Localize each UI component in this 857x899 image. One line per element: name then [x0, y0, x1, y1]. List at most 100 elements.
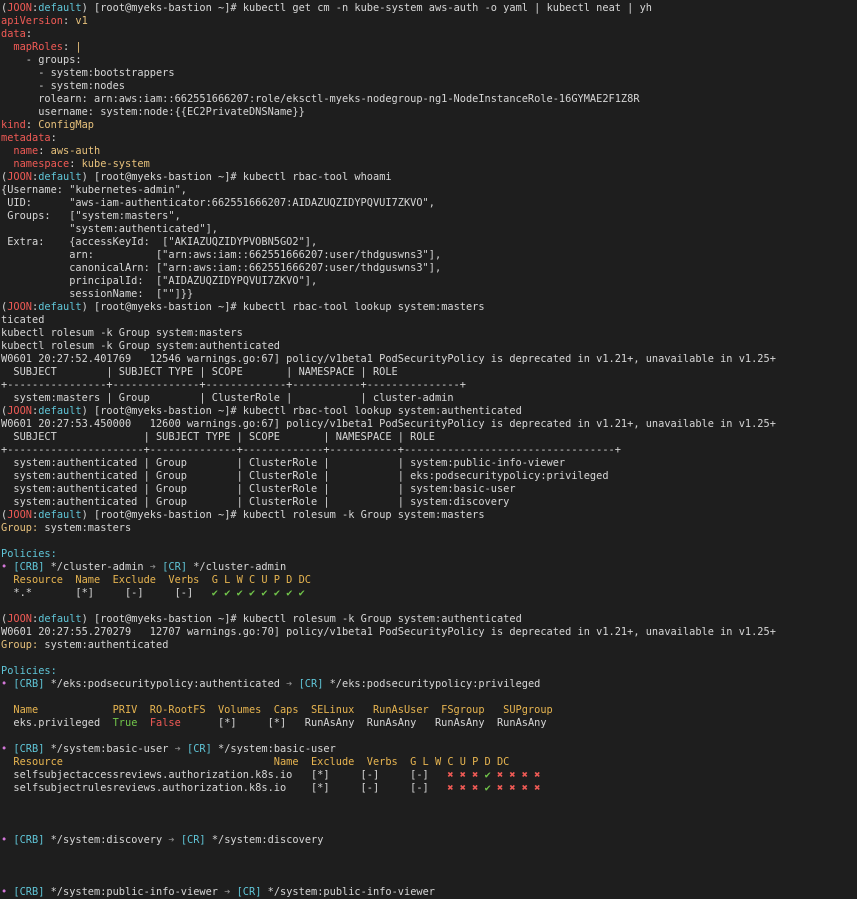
table-header: Resource Name Exclude Verbs G L W C U P …: [1, 756, 857, 769]
cross-icon: ✖: [459, 782, 473, 794]
crb-tag: [CRB]: [13, 886, 45, 898]
crb-tag: [CRB]: [13, 743, 45, 755]
yaml-key: data: [1, 28, 26, 40]
cross-icon: ✖: [496, 769, 510, 781]
output-line: rolearn: arn:aws:iam::662551666207:role/…: [1, 93, 857, 106]
cross-icon: ✖: [534, 782, 547, 794]
output-line: username: system:node:{{EC2PrivateDNSNam…: [1, 106, 857, 119]
policy-line: • [CRB] */system:basic-user ➔ [CR] */sys…: [1, 743, 857, 756]
group-key: Group: [1, 639, 32, 651]
psp-rorootfs: False: [149, 717, 181, 729]
psp-priv: True: [112, 717, 138, 729]
output-line: arn: ["arn:aws:iam::662551666207:user/th…: [1, 249, 857, 262]
output-line: - system:bootstrappers: [1, 67, 857, 80]
output-line: system:authenticated | Group | ClusterRo…: [1, 457, 857, 470]
output-text: W0601 20:27:53.450000 12600 warnings.go:…: [1, 418, 776, 430]
output-line: W0601 20:27:55.270279 12707 warnings.go:…: [1, 626, 857, 639]
check-icon: ✔: [298, 587, 312, 599]
output-text: - system:nodes: [1, 80, 125, 92]
output-line: Groups: ["system:masters",: [1, 210, 857, 223]
yaml-line: namespace: kube-system: [1, 158, 857, 171]
cross-icon: ✖: [509, 782, 522, 794]
output-line: ticated: [1, 314, 857, 327]
output-line: UID: "aws-iam-authenticator:662551666207…: [1, 197, 857, 210]
prompt-context: JOON: [7, 613, 33, 625]
policy-line: • [CRB] */system:discovery ➔ [CR] */syst…: [1, 834, 857, 847]
cr-tag: [CR]: [162, 561, 188, 573]
prompt-context: JOON: [7, 301, 33, 313]
arrow-icon: ➔: [143, 561, 163, 573]
prompt-namespace: default: [38, 509, 82, 521]
group-line: Group: system:authenticated: [1, 639, 857, 652]
output-text: Extra: {accessKeyId: ["AKIAZUQZIDYPVOBN5…: [1, 236, 318, 248]
policies-heading: Policies:: [1, 665, 857, 678]
header-text: Resource Name Exclude Verbs G L W C U P …: [1, 574, 311, 586]
yaml-key: name: [13, 145, 39, 157]
check-icon: ✔: [286, 587, 299, 599]
output-text: canonicalArn: ["arn:aws:iam::66255166620…: [1, 262, 442, 274]
table-header: Resource Name Exclude Verbs G L W C U P …: [1, 574, 857, 587]
crb-name: */system:discovery: [50, 834, 163, 846]
yaml-value: v1: [69, 15, 88, 27]
output-line: +----------------+--------------+-------…: [1, 379, 857, 392]
yaml-line: kind: ConfigMap: [1, 119, 857, 132]
check-icon: ✔: [484, 782, 497, 794]
arrow-icon: ➔: [162, 834, 181, 846]
output-line: Extra: {accessKeyId: ["AKIAZUQZIDYPVOBN5…: [1, 236, 857, 249]
yaml-key: mapRoles: [13, 41, 64, 53]
prompt-namespace: default: [38, 2, 82, 14]
group-line: Group: system:masters: [1, 522, 857, 535]
cr-name: */cluster-admin: [193, 561, 287, 573]
output-text: W0601 20:27:55.270279 12707 warnings.go:…: [1, 626, 776, 638]
command-text: kubectl rolesum -k Group system:authenti…: [242, 613, 522, 625]
output-text: principalId: ["AIDAZUQZIDYPQVUI7ZKVO"],: [1, 275, 318, 287]
terminal-window[interactable]: (JOON:default) [root@myeks-bastion ~]# k…: [0, 0, 857, 899]
prompt-namespace: default: [38, 301, 82, 313]
output-text: system:authenticated | Group | ClusterRo…: [1, 496, 510, 508]
output-text: - system:bootstrappers: [1, 67, 175, 79]
output-line: +----------------------+--------------+-…: [1, 444, 857, 457]
table-header: Name PRIV RO-RootFS Volumes Caps SELinux…: [1, 704, 857, 717]
policy-line: • [CRB] */cluster-admin ➔ [CR] */cluster…: [1, 561, 857, 574]
cross-icon: ✖: [509, 769, 522, 781]
heading-text: Policies:: [1, 665, 57, 677]
output-text: "system:authenticated"],: [1, 223, 218, 235]
policy-line: • [CRB] */system:public-info-viewer ➔ [C…: [1, 886, 857, 899]
yaml-key: metadata: [1, 132, 51, 144]
crb-tag: [CRB]: [13, 561, 45, 573]
prompt-namespace: default: [38, 405, 82, 417]
check-icon: ✔: [261, 587, 274, 599]
output-line: system:authenticated | Group | ClusterRo…: [1, 470, 857, 483]
output-line: W0601 20:27:53.450000 12600 warnings.go:…: [1, 418, 857, 431]
prompt-line: (JOON:default) [root@myeks-bastion ~]# k…: [1, 2, 857, 15]
policy-line: • [CRB] */eks:podsecuritypolicy:authenti…: [1, 678, 857, 691]
header-text: Resource Name Exclude Verbs G L W C U P …: [1, 756, 510, 768]
cr-tag: [CR]: [180, 834, 206, 846]
check-icon: ✔: [224, 587, 237, 599]
output-text: W0601 20:27:52.401769 12546 warnings.go:…: [1, 353, 776, 365]
output-text: system:masters | Group | ClusterRole | |…: [1, 392, 454, 404]
output-text: +----------------+--------------+-------…: [1, 379, 466, 391]
output-text: +----------------------+--------------+-…: [1, 444, 621, 456]
crb-name: */system:basic-user: [50, 743, 169, 755]
colon: :: [25, 28, 33, 40]
cr-name: */system:public-info-viewer: [267, 886, 436, 898]
yaml-value: aws-auth: [44, 145, 101, 157]
cross-icon: ✖: [521, 769, 535, 781]
cr-tag: [CR]: [298, 678, 324, 690]
cross-icon: ✖: [534, 769, 547, 781]
output-text: SUBJECT | SUBJECT TYPE | SCOPE | NAMESPA…: [1, 431, 435, 443]
output-line: {Username: "kubernetes-admin",: [1, 184, 857, 197]
yaml-key: apiVersion: [1, 15, 63, 27]
yaml-value: ConfigMap: [32, 119, 95, 131]
